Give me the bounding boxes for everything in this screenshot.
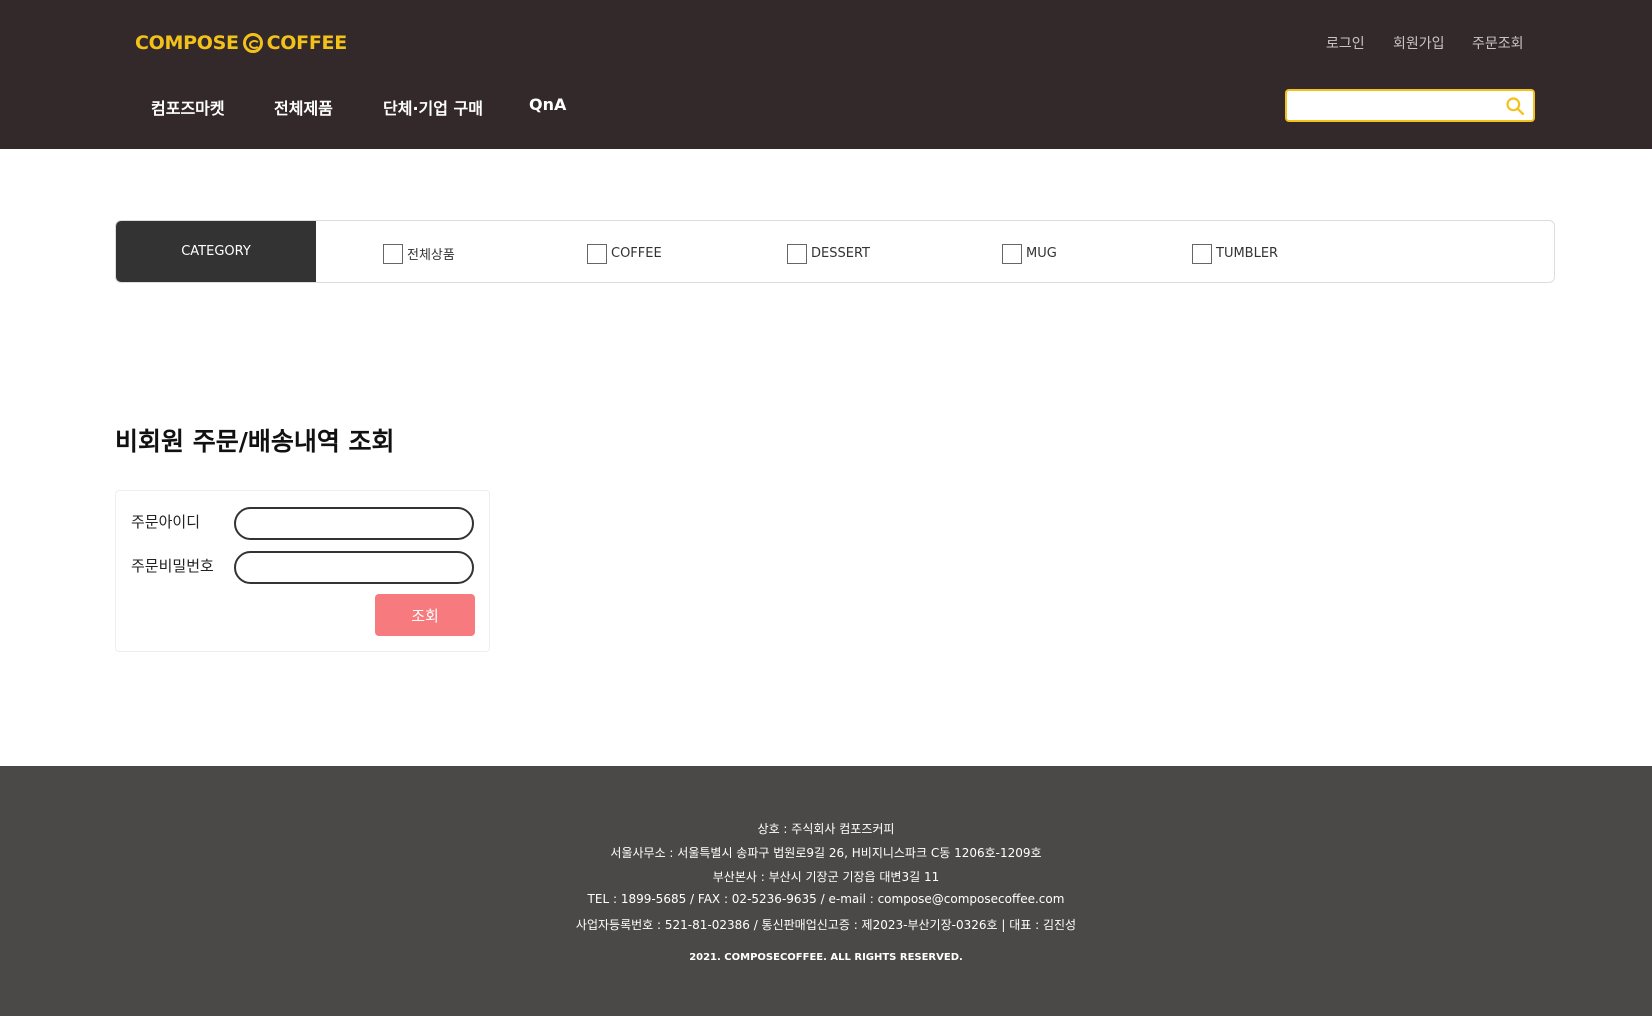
footer-registration: 사업자등록번호 : 521-81-02386 / 통신판매업신고증 : 제202… (575, 918, 1077, 932)
checkbox[interactable] (383, 244, 403, 264)
login-link[interactable]: 로그인 (1326, 33, 1365, 53)
nav-item-group-purchase[interactable]: 단체·기업 구매 (383, 95, 483, 119)
category-option-label: DESSERT (811, 245, 870, 261)
order-id-input[interactable] (234, 507, 474, 540)
category-option-label: TUMBLER (1216, 245, 1279, 261)
site-footer: 상호 : 주식회사 컴포즈커피 서울사무소 : 서울특별시 송파구 법원로9길 … (0, 766, 1652, 1016)
category-option-label: COFFEE (611, 245, 662, 261)
checkbox[interactable] (1002, 244, 1022, 264)
category-option-dessert[interactable]: DESSERT (787, 242, 870, 264)
order-lookup-link[interactable]: 주문조회 (1472, 33, 1524, 53)
category-label: CATEGORY (116, 221, 316, 282)
footer-contact: TEL : 1899-5685 / FAX : 02-5236-9635 / e… (587, 892, 1065, 906)
category-option-mug[interactable]: MUG (1002, 242, 1057, 264)
nav-item-compose-market[interactable]: 컴포즈마켓 (151, 95, 225, 119)
category-option-coffee[interactable]: COFFEE (587, 242, 662, 264)
category-option-all[interactable]: 전체상품 (383, 242, 455, 264)
order-password-input[interactable] (234, 551, 474, 584)
footer-seoul-office: 서울사무소 : 서울특별시 송파구 법원로9길 26, H비지니스파크 C동 1… (610, 846, 1042, 860)
lookup-button[interactable]: 조회 (375, 594, 475, 636)
footer-company-name: 상호 : 주식회사 컴포즈커피 (757, 822, 895, 836)
category-option-tumbler[interactable]: TUMBLER (1192, 242, 1278, 264)
coffee-bean-logo-icon (242, 33, 263, 53)
signup-link[interactable]: 회원가입 (1393, 33, 1445, 53)
page-title: 비회원 주문/배송내역 조회 (115, 427, 395, 456)
checkbox[interactable] (1192, 244, 1212, 264)
search-icon[interactable] (1505, 96, 1525, 116)
logo-text-right: COFFEE (266, 32, 348, 54)
nav-item-all-products[interactable]: 전체제품 (274, 95, 333, 119)
footer-copyright: 2021. COMPOSECOFFEE. ALL RIGHTS RESERVED… (689, 952, 963, 963)
footer-busan-hq: 부산본사 : 부산시 기장군 기장읍 대변3길 11 (712, 870, 940, 884)
site-header: COMPOSE COFFEE 로그인 회원가입 주문조회 컴포즈마켓 전체제품 … (0, 0, 1652, 149)
order-password-label: 주문비밀번호 (131, 557, 214, 575)
search-box (1285, 89, 1535, 122)
checkbox[interactable] (587, 244, 607, 264)
category-option-label: MUG (1026, 245, 1057, 261)
search-input[interactable] (1287, 91, 1497, 120)
logo-text-left: COMPOSE (135, 32, 239, 54)
order-id-label: 주문아이디 (131, 513, 201, 531)
category-filter-bar: CATEGORY 전체상품 COFFEE DESSERT MUG TUMBLER (115, 220, 1555, 283)
checkbox[interactable] (787, 244, 807, 264)
category-option-label: 전체상품 (407, 247, 455, 263)
nav-item-qna[interactable]: QnA (529, 95, 566, 114)
guest-order-lookup-form: 주문아이디 주문비밀번호 조회 (115, 490, 490, 652)
compose-coffee-logo[interactable]: COMPOSE COFFEE (135, 32, 347, 54)
